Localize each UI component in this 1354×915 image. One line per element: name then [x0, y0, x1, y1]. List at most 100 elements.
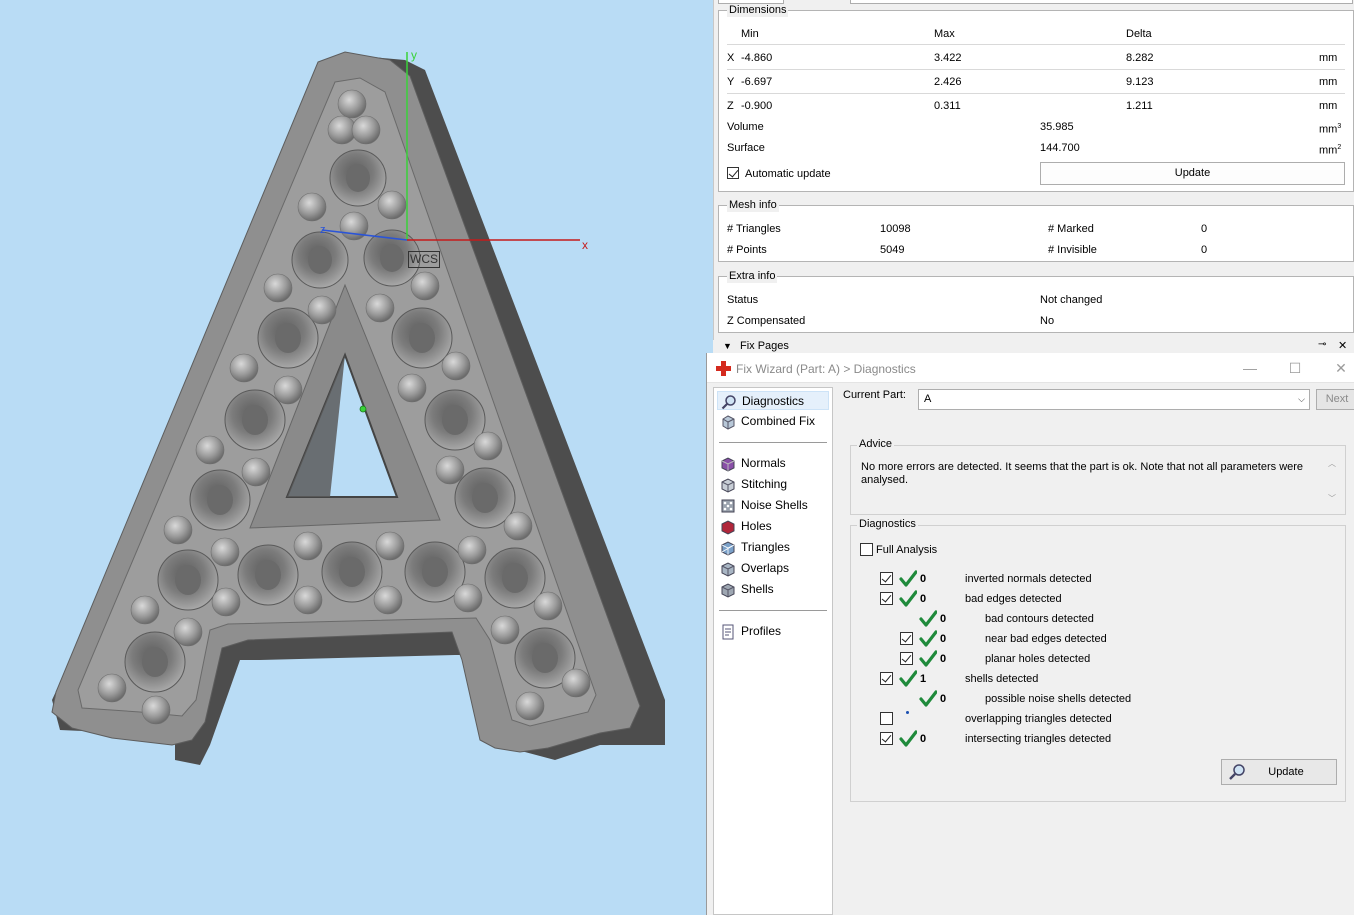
- diagnostic-label: possible noise shells detected: [985, 693, 1132, 705]
- status-value: Not changed: [1040, 294, 1103, 306]
- properties-panel: Dimensions Min Max Delta X -4.860 3.422 …: [713, 0, 1354, 352]
- max-value: 2.426: [934, 76, 962, 88]
- invisible-value: 0: [1201, 244, 1208, 256]
- extra-info-title: Extra info: [727, 270, 778, 283]
- dimensions-update-button[interactable]: Update: [1040, 162, 1345, 185]
- diagnostic-label: intersecting triangles detected: [965, 733, 1112, 745]
- close-window-icon[interactable]: ✕: [1330, 358, 1352, 378]
- diagnostic-count: 0: [940, 633, 947, 645]
- nav-item-noise-shells[interactable]: Noise Shells: [717, 496, 808, 515]
- nav-item-stitching[interactable]: Stitching: [717, 475, 787, 494]
- check-mark-icon: [919, 630, 938, 648]
- next-button[interactable]: Next: [1316, 389, 1354, 410]
- normals-icon: [720, 456, 736, 472]
- diagnostic-label: bad edges detected: [965, 593, 1062, 605]
- diagnostic-label: inverted normals detected: [965, 573, 1092, 585]
- wizard-title-bar[interactable]: Fix Wizard (Part: A) > Diagnostics — ☐ ✕: [707, 353, 1354, 383]
- marked-value: 0: [1201, 223, 1208, 235]
- holes-icon: [720, 519, 736, 535]
- delta-value: 1.211: [1126, 100, 1153, 112]
- current-part-select[interactable]: A ⌵: [918, 389, 1310, 410]
- diagnostic-row: 0 bad contours detected: [851, 610, 1331, 627]
- shells-icon: [720, 582, 736, 598]
- nav-label: Normals: [741, 456, 786, 470]
- check-mark-icon: [919, 650, 938, 668]
- nav-item-combined-fix[interactable]: Combined Fix: [717, 412, 815, 431]
- min-value: -6.697: [741, 76, 773, 88]
- delta-value: 9.123: [1126, 76, 1154, 88]
- mesh-info-group: Mesh info # Triangles 10098 # Marked 0 #…: [718, 199, 1354, 262]
- check-mark-icon: [899, 590, 918, 608]
- check-mark-icon: [899, 570, 918, 588]
- triangles-value: 10098: [880, 223, 911, 235]
- diagnostic-label: shells detected: [965, 673, 1039, 685]
- surface-value: 144.700: [1040, 142, 1080, 154]
- diagnostics-title: Diagnostics: [857, 518, 918, 530]
- fix-pages-label: Fix Pages: [740, 340, 789, 352]
- scroll-down-icon[interactable]: ﹀: [1328, 493, 1336, 504]
- nav-item-shells[interactable]: Shells: [717, 580, 774, 599]
- axis-label: Z: [727, 100, 734, 112]
- nav-item-normals[interactable]: Normals: [717, 454, 786, 473]
- min-value: -0.900: [741, 100, 773, 112]
- collapse-triangle-icon[interactable]: ▼: [723, 341, 732, 351]
- surface-unit: mm2: [1319, 144, 1342, 157]
- pin-icon[interactable]: ⊸: [1318, 339, 1326, 350]
- advice-scrollbar[interactable]: ︿ ﹀: [1325, 458, 1339, 504]
- axis-label: Y: [727, 76, 735, 88]
- z-axis-label: z: [320, 224, 326, 236]
- diagnostic-row: 0 near bad edges detected: [851, 630, 1331, 648]
- diagnostics-update-button[interactable]: Update: [1221, 759, 1337, 785]
- fix-pages-bar[interactable]: ▼ Fix Pages ⊸ ✕: [713, 339, 1354, 354]
- diagnostic-row: 0 bad edges detected: [851, 590, 1331, 608]
- maximize-icon[interactable]: ☐: [1284, 358, 1306, 378]
- y-axis-label: y: [411, 48, 417, 62]
- wizard-content: Current Part: A ⌵ Next Advice No more er…: [839, 383, 1354, 915]
- check-mark-icon: [919, 690, 938, 708]
- nav-item-holes[interactable]: Holes: [717, 517, 772, 536]
- max-value: 3.422: [934, 52, 962, 64]
- stitching-icon: [720, 477, 736, 493]
- profiles-icon: [720, 624, 736, 640]
- dim-row-x: X -4.860 3.422 8.282 mm: [719, 47, 1353, 69]
- nav-label: Overlaps: [741, 561, 790, 575]
- diagnostic-row: overlapping triangles detected: [851, 711, 1331, 727]
- nav-item-diagnostics[interactable]: Diagnostics: [717, 391, 829, 410]
- dimensions-group: Dimensions Min Max Delta X -4.860 3.422 …: [718, 4, 1354, 192]
- top-tab-strip-2: [850, 0, 1353, 4]
- minimize-icon[interactable]: —: [1239, 358, 1261, 378]
- col-max-header: Max: [934, 28, 955, 40]
- nav-label: Combined Fix: [741, 414, 816, 428]
- nav-item-overlaps[interactable]: Overlaps: [717, 559, 789, 578]
- 3d-viewport[interactable]: y x z WCS: [0, 0, 716, 915]
- part-a-render: [51, 51, 665, 765]
- wcs-label: WCS: [408, 251, 440, 268]
- surface-row: Surface 144.700 mm2: [719, 137, 1353, 159]
- diagnostic-count: 1: [920, 673, 927, 685]
- diagnostic-label: overlapping triangles detected: [965, 713, 1112, 725]
- diagnostic-row: 1 shells detected: [851, 670, 1331, 688]
- min-value: -4.860: [741, 52, 773, 64]
- dimensions-title: Dimensions: [727, 4, 789, 17]
- magnifier-icon: [1228, 763, 1246, 781]
- close-icon[interactable]: ✕: [1338, 339, 1347, 352]
- unit-label: mm: [1319, 76, 1338, 88]
- nav-item-profiles[interactable]: Profiles: [717, 622, 781, 641]
- nav-label: Holes: [741, 519, 772, 533]
- scroll-up-icon[interactable]: ︿: [1328, 458, 1336, 469]
- col-min-header: Min: [741, 28, 759, 40]
- volume-label: Volume: [727, 121, 764, 133]
- diagnostic-label: near bad edges detected: [985, 633, 1107, 645]
- z-compensated-label: Z Compensated: [727, 315, 806, 327]
- points-label: # Points: [727, 244, 767, 256]
- wizard-nav-list: Diagnostics Combined Fix Normals Stitchi…: [713, 387, 833, 915]
- unit-label: mm: [1319, 52, 1338, 64]
- nav-label: Profiles: [741, 624, 782, 638]
- nav-item-triangles[interactable]: Triangles: [717, 538, 790, 557]
- diagnostic-label: planar holes detected: [985, 653, 1091, 665]
- check-mark-icon: [899, 670, 918, 688]
- triangles-icon: [720, 540, 736, 556]
- unit-label: mm: [1319, 100, 1338, 112]
- advice-group: Advice No more errors are detected. It s…: [850, 438, 1346, 515]
- nav-label: Triangles: [741, 540, 790, 554]
